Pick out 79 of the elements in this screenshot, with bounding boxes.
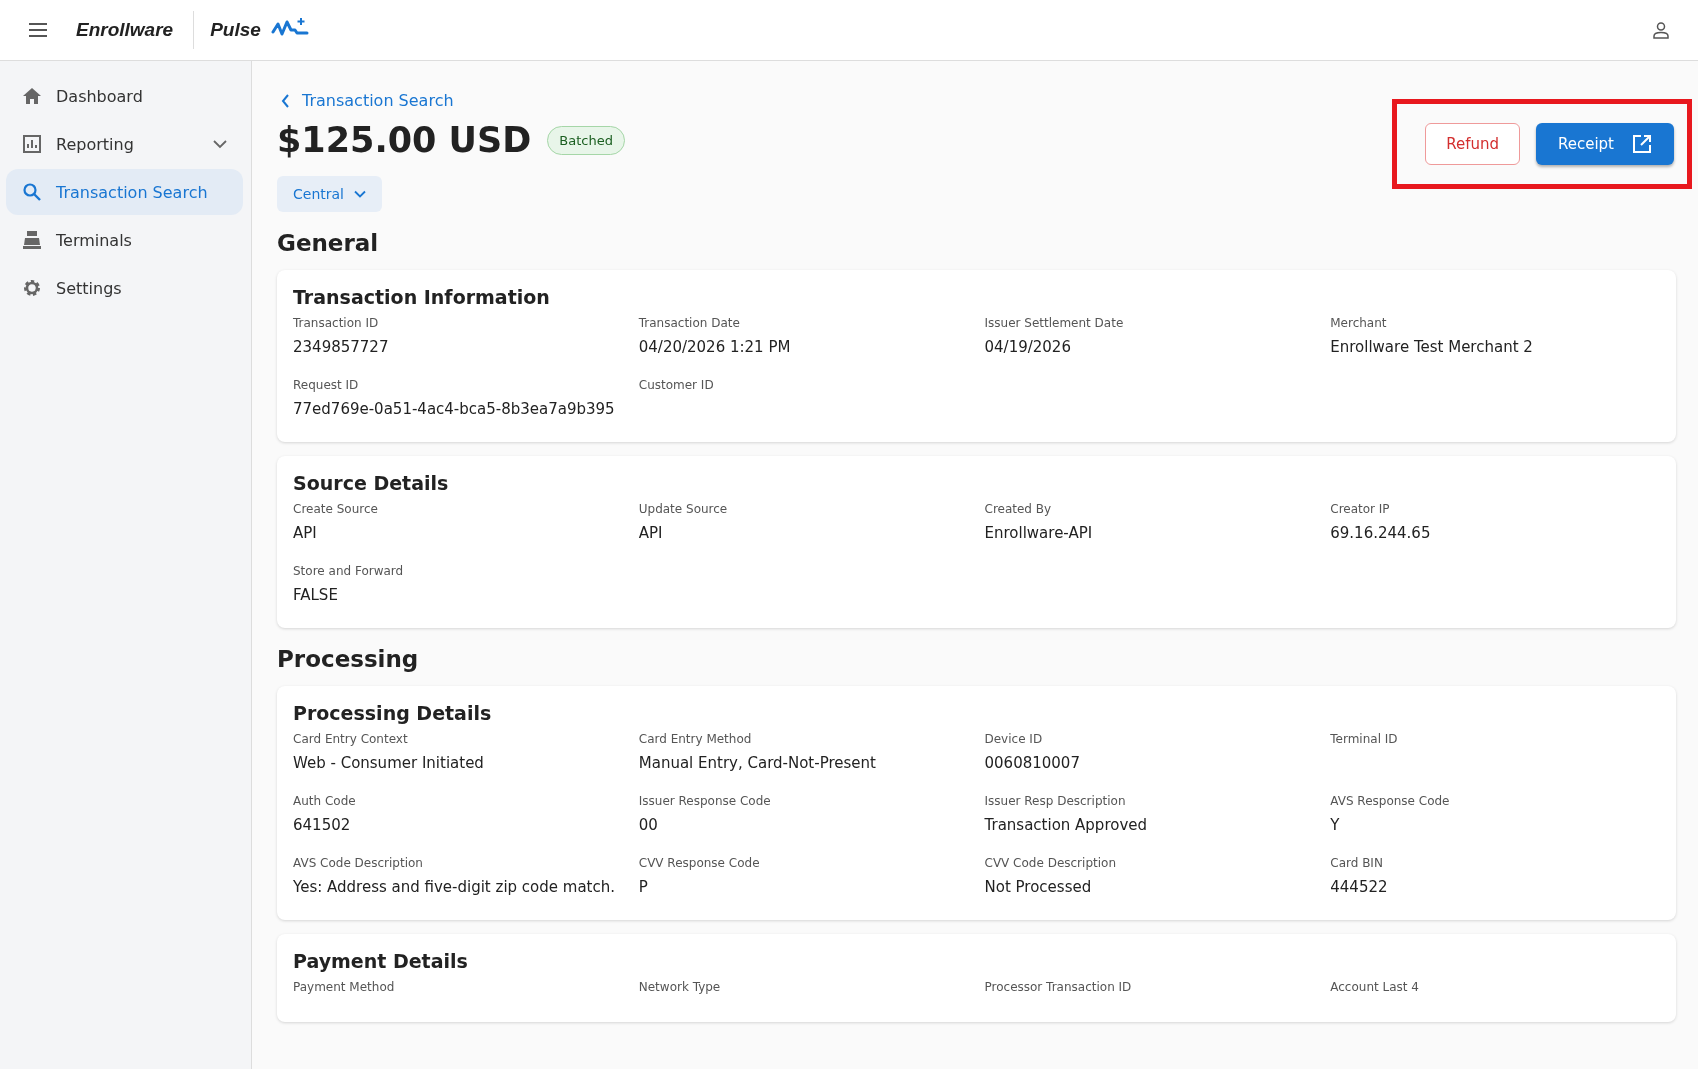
field-label: Payment Method: [293, 980, 396, 994]
field-label: Card Entry Method: [638, 732, 753, 746]
field-value: Enrollware Test Merchant 2: [1330, 337, 1534, 358]
field-value: Not Processed: [984, 877, 1093, 898]
field-label: Store and Forward: [293, 564, 405, 578]
settings-icon: [22, 278, 42, 298]
field-value: 2349857727: [293, 337, 390, 358]
field-label: Processor Transaction ID: [984, 980, 1133, 994]
field-value: Yes: Address and five-digit zip code match.: [293, 877, 616, 898]
field-value: API: [293, 523, 318, 544]
amount-title: $125.00 USD: [277, 120, 532, 160]
field-value: 04/20/2026 1:21 PM: [638, 337, 792, 358]
refund-button[interactable]: Refund: [1425, 123, 1520, 165]
product-name: Pulse: [210, 19, 261, 41]
sidebar-item[interactable]: Dashboard: [6, 73, 243, 119]
field-value: 00: [638, 815, 659, 836]
field-label: Transaction ID: [293, 316, 380, 330]
location-dropdown[interactable]: Central: [277, 176, 382, 212]
chart-icon: [22, 134, 42, 154]
card-title: Processing Details: [293, 702, 493, 724]
field-label: Card BIN: [1330, 856, 1384, 870]
field-value: 77ed769e-0a51-4ac4-bca5-8b3ea7a9b395: [293, 399, 616, 420]
field-label: Transaction Date: [638, 316, 741, 330]
breadcrumb-link[interactable]: Transaction Search: [281, 91, 454, 110]
field-label: Network Type: [638, 980, 722, 994]
brand-logo: Enrollware: [76, 19, 174, 41]
field-label: Device ID: [984, 732, 1044, 746]
field-value: 444522: [1330, 877, 1389, 898]
field-label: Created By: [984, 502, 1053, 516]
field-label: Merchant: [1330, 316, 1388, 330]
field-value: 04/19/2026: [984, 337, 1072, 358]
field-label: Request ID: [293, 378, 360, 392]
menu-icon[interactable]: [28, 22, 48, 38]
field-label: Issuer Response Code: [638, 794, 772, 808]
field-value: 69.16.244.65: [1330, 523, 1432, 544]
card-title: Transaction Information: [293, 286, 551, 308]
field-value: Transaction Approved: [984, 815, 1149, 836]
field-label: AVS Response Code: [1330, 794, 1451, 808]
sidebar-item[interactable]: Reporting: [6, 121, 243, 167]
field-value: Y: [1330, 815, 1341, 836]
field-label: CVV Code Description: [984, 856, 1117, 870]
field-label: Creator IP: [1330, 502, 1391, 516]
field-label: Account Last 4: [1330, 980, 1420, 994]
chevron-down-icon: [354, 190, 366, 198]
field-label: CVV Response Code: [638, 856, 761, 870]
field-value: Web - Consumer Initiated: [293, 753, 485, 774]
status-badge: Batched: [547, 125, 625, 155]
field-label: Customer ID: [638, 378, 715, 392]
field-value: P: [638, 877, 649, 898]
field-label: Auth Code: [293, 794, 357, 808]
search-icon: [22, 182, 42, 202]
field-label: AVS Code Description: [293, 856, 424, 870]
field-label: Terminal ID: [1330, 732, 1399, 746]
field-label: Issuer Resp Description: [984, 794, 1127, 808]
pulse-icon: [270, 16, 309, 38]
field-value: API: [638, 523, 664, 544]
chevron-left-icon: [281, 93, 290, 108]
sidebar-item[interactable]: Settings: [6, 265, 243, 311]
field-value: Manual Entry, Card-Not-Present: [638, 753, 877, 774]
field-value: 0060810007: [984, 753, 1081, 774]
field-value: FALSE: [293, 585, 339, 606]
receipt-button[interactable]: Receipt: [1535, 123, 1674, 165]
card-title: Source Details: [293, 472, 450, 494]
field-value: 641502: [293, 815, 352, 836]
field-label: Card Entry Context: [293, 732, 409, 746]
home-icon: [22, 86, 42, 106]
section-heading: Processing: [277, 646, 420, 672]
sidebar-item[interactable]: Terminals: [6, 217, 243, 263]
card-title: Payment Details: [293, 950, 469, 972]
field-label: Update Source: [638, 502, 729, 516]
field-label: Issuer Settlement Date: [984, 316, 1125, 330]
field-label: Create Source: [293, 502, 379, 516]
chevron-down-icon: [213, 139, 227, 149]
user-icon[interactable]: [1652, 21, 1670, 39]
section-heading: General: [277, 230, 380, 256]
cash-register-icon: [22, 230, 42, 250]
external-link-icon: [1632, 134, 1652, 154]
sidebar-item[interactable]: Transaction Search: [6, 169, 243, 215]
field-value: Enrollware-API: [984, 523, 1094, 544]
